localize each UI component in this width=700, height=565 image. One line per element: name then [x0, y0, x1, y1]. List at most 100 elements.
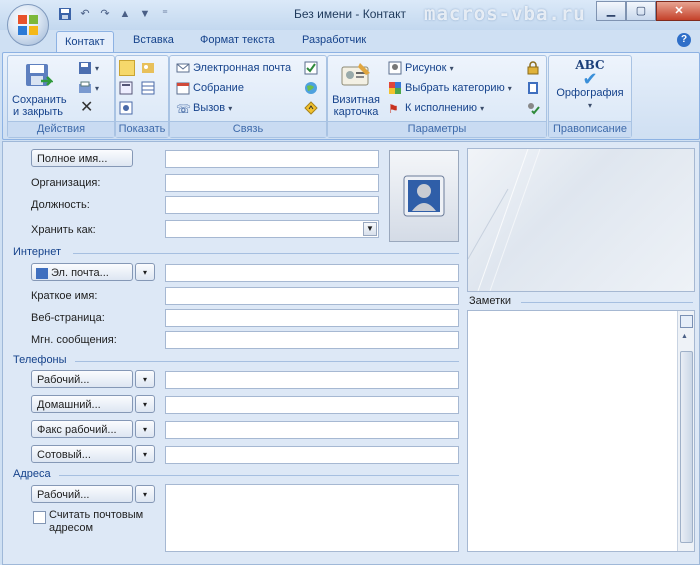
- address-work-button[interactable]: Рабочий...: [31, 485, 133, 503]
- lock-icon: [526, 61, 540, 75]
- contact-window: ↶ ↷ ▲ ▼ ⁼ Без имени - Контакт macros-vba…: [0, 0, 700, 565]
- certificates-button[interactable]: [119, 80, 136, 96]
- tab-insert[interactable]: Вставка: [133, 34, 174, 46]
- categorize-button[interactable]: Выбрать категорию ▾: [388, 80, 512, 97]
- window-title: Без имени - Контакт: [294, 7, 406, 21]
- phone-work-input[interactable]: [165, 371, 459, 389]
- globe-icon: [304, 81, 318, 95]
- full-name-button[interactable]: Полное имя...: [31, 149, 133, 167]
- file-as-select[interactable]: ▼: [165, 220, 379, 238]
- meeting-label: Собрание: [193, 82, 244, 94]
- general-view-button[interactable]: [119, 60, 138, 77]
- activities-icon: [119, 101, 133, 115]
- assign-task-button[interactable]: [304, 60, 321, 76]
- phone-home-button[interactable]: Домашний...: [31, 395, 133, 413]
- address-input[interactable]: [165, 484, 459, 552]
- phone-mobile-dropdown-icon[interactable]: ▾: [135, 445, 155, 463]
- email-select-button[interactable]: Эл. почта...: [31, 263, 133, 281]
- business-card-preview: [467, 148, 695, 292]
- email-dropdown-icon[interactable]: ▾: [135, 263, 155, 281]
- addresses-section-title: Адреса: [13, 468, 51, 480]
- phone-fax-dropdown-icon[interactable]: ▾: [135, 420, 155, 438]
- private-button[interactable]: [526, 60, 543, 76]
- office-button[interactable]: [7, 4, 49, 46]
- follow-up-button[interactable]: ⚑ К исполнению ▾: [388, 100, 484, 117]
- file-as-label: Хранить как:: [31, 224, 96, 236]
- internet-section-title: Интернет: [13, 246, 61, 258]
- email-label: Электронная почта: [193, 62, 292, 74]
- phone-mobile-button[interactable]: Сотовый...: [31, 445, 133, 463]
- next-item-icon[interactable]: ▼: [138, 7, 152, 21]
- business-card-button[interactable]: Визитная карточка: [331, 61, 381, 118]
- display-name-input[interactable]: [165, 287, 459, 305]
- phone-work-dropdown-icon[interactable]: ▾: [135, 370, 155, 388]
- save-send-button[interactable]: ▾: [78, 80, 99, 97]
- minimize-button[interactable]: ▁: [596, 1, 626, 21]
- redo-icon[interactable]: ↷: [98, 7, 112, 21]
- task-icon: [304, 61, 318, 75]
- certificate-icon: [119, 81, 133, 95]
- follow-up-label: К исполнению: [405, 102, 478, 114]
- group-communicate-label: Связь: [170, 121, 326, 137]
- all-fields-button[interactable]: [141, 80, 158, 96]
- picture-label: Рисунок: [405, 62, 447, 74]
- picture-button[interactable]: Рисунок ▾: [388, 60, 454, 77]
- web-page-input[interactable]: [165, 309, 459, 327]
- close-button[interactable]: ✕: [656, 1, 700, 21]
- previous-item-icon[interactable]: ▲: [118, 7, 132, 21]
- save-close-button[interactable]: Сохранить и закрыть: [12, 61, 67, 118]
- group-show-label: Показать: [116, 121, 168, 137]
- address-work-dropdown-icon[interactable]: ▾: [135, 485, 155, 503]
- tab-format-text[interactable]: Формат текста: [200, 34, 275, 46]
- web-page-button[interactable]: [304, 80, 321, 96]
- undo-icon[interactable]: ↶: [78, 7, 92, 21]
- details-view-button[interactable]: [141, 60, 158, 76]
- file-as-dropdown-icon[interactable]: ▼: [363, 222, 377, 236]
- notes-scroll-thumb[interactable]: [680, 351, 693, 543]
- help-icon[interactable]: ?: [677, 33, 691, 47]
- notes-options-icon[interactable]: [680, 315, 693, 328]
- internet-divider: [73, 253, 459, 254]
- spelling-button[interactable]: ABC ✔ Орфография ▾: [555, 59, 625, 112]
- group-communicate: Электронная почта Собрание ☏ Вызов ▾ Связ…: [169, 55, 327, 138]
- contact-photo-button[interactable]: [389, 150, 459, 242]
- phone-home-dropdown-icon[interactable]: ▾: [135, 395, 155, 413]
- scroll-up-icon[interactable]: ▲: [681, 333, 688, 340]
- ribbon: Сохранить и закрыть ▾ ▾ ✕ Действия Показ…: [2, 52, 700, 140]
- save-icon[interactable]: [58, 7, 72, 21]
- im-address-input[interactable]: [165, 331, 459, 349]
- full-name-input[interactable]: [165, 150, 379, 168]
- save-new-button[interactable]: ▾: [78, 60, 99, 77]
- phone-home-input[interactable]: [165, 396, 459, 414]
- tab-developer[interactable]: Разработчик: [302, 34, 366, 46]
- email-input[interactable]: [165, 264, 459, 282]
- activities-button[interactable]: [119, 100, 136, 116]
- save-close-label-1: Сохранить: [12, 94, 67, 106]
- meeting-button[interactable]: Собрание: [176, 80, 244, 96]
- email-button[interactable]: Электронная почта: [176, 60, 291, 76]
- tab-contact[interactable]: Контакт: [56, 31, 114, 53]
- company-input[interactable]: [165, 174, 379, 192]
- phones-section-title: Телефоны: [13, 354, 67, 366]
- quick-access-toolbar: ↶ ↷ ▲ ▼ ⁼: [58, 7, 172, 21]
- contact-picture-icon: [403, 175, 445, 217]
- phone-fax-input[interactable]: [165, 421, 459, 439]
- categorize-label: Выбрать категорию: [405, 82, 505, 94]
- call-button[interactable]: ☏ Вызов ▾: [176, 100, 232, 117]
- delete-icon[interactable]: ✕: [80, 100, 93, 116]
- mailing-address-checkbox[interactable]: [33, 511, 46, 524]
- notes-textarea[interactable]: ▲: [467, 310, 695, 552]
- phones-divider: [75, 361, 459, 362]
- customize-qat-icon[interactable]: ⁼: [158, 7, 172, 21]
- address-book-button[interactable]: [526, 80, 543, 96]
- maximize-button[interactable]: ▢: [626, 1, 656, 21]
- notes-scrollbar[interactable]: ▲: [677, 311, 694, 551]
- email-icon: [176, 61, 190, 75]
- phone-fax-button[interactable]: Факс рабочий...: [31, 420, 133, 438]
- job-title-input[interactable]: [165, 196, 379, 214]
- phone-mobile-input[interactable]: [165, 446, 459, 464]
- check-names-button[interactable]: [526, 100, 543, 116]
- phone-work-button[interactable]: Рабочий...: [31, 370, 133, 388]
- group-options-label: Параметры: [328, 121, 546, 137]
- map-button[interactable]: [304, 100, 321, 116]
